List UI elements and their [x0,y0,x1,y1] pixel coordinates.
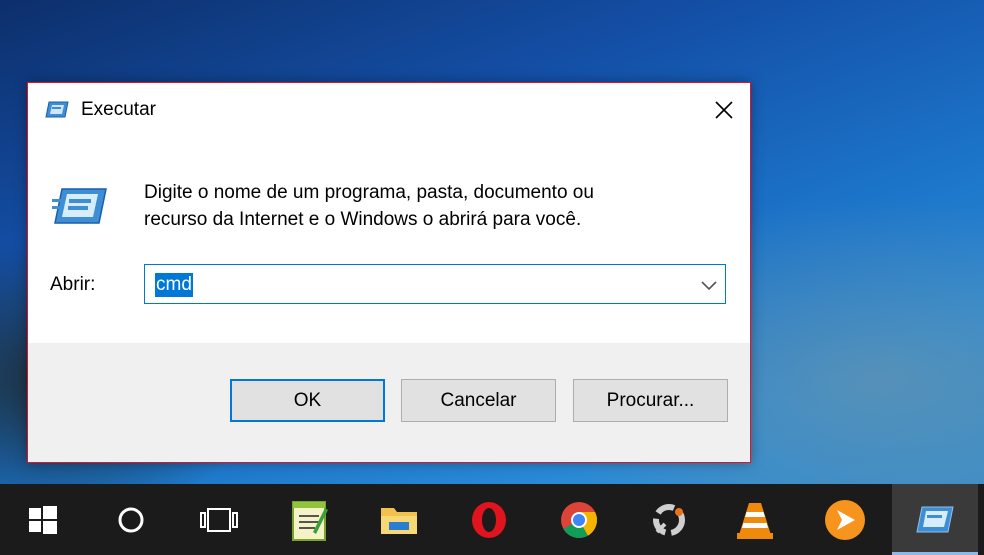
chrome-button[interactable] [536,484,622,555]
dialog-footer: OK Cancelar Procurar... [28,343,750,462]
task-view-button[interactable] [176,484,262,555]
open-combobox[interactable]: cmd [144,264,726,304]
task-view-icon [200,507,238,532]
file-explorer-icon [381,507,417,534]
run-large-icon [52,187,108,227]
opera-button[interactable] [446,484,532,555]
taskbar [0,484,984,555]
notepad-plus-plus-icon [292,500,328,541]
app-ring-button[interactable] [626,484,712,555]
vlc-player-icon [737,502,773,539]
open-label: Abrir: [50,274,96,295]
close-button[interactable] [698,83,750,137]
vlc-button[interactable] [712,484,798,555]
run-app-icon [45,101,69,119]
cancel-button[interactable]: Cancelar [401,379,556,422]
cortana-search-icon [118,507,144,532]
run-dialog: Executar Digite o nome de um programa, p… [27,82,751,463]
run-taskbar-button[interactable] [892,484,978,555]
dialog-description: Digite o nome de um programa, pasta, doc… [144,179,704,233]
chrome-browser-icon [561,501,597,538]
dialog-title: Executar [81,99,156,120]
ok-button[interactable]: OK [230,379,385,422]
title-bar[interactable]: Executar [28,83,750,137]
windows-start-icon [29,505,57,534]
chevron-down-icon[interactable] [699,275,719,295]
browse-button[interactable]: Procurar... [573,379,728,422]
app-ring-icon [653,503,685,536]
media-player-button[interactable] [802,484,888,555]
description-line-2: recurso da Internet e o Windows o abrirá… [144,209,582,230]
notepad-plus-plus-button[interactable] [266,484,352,555]
file-explorer-button[interactable] [356,484,442,555]
run-dialog-icon [916,506,954,532]
description-line-1: Digite o nome de um programa, pasta, doc… [144,182,594,203]
media-player-icon [825,499,865,540]
close-icon [715,101,733,119]
open-input-value[interactable]: cmd [155,273,193,297]
cortana-button[interactable] [88,484,174,555]
start-button[interactable] [0,484,86,555]
opera-browser-icon [472,501,506,538]
